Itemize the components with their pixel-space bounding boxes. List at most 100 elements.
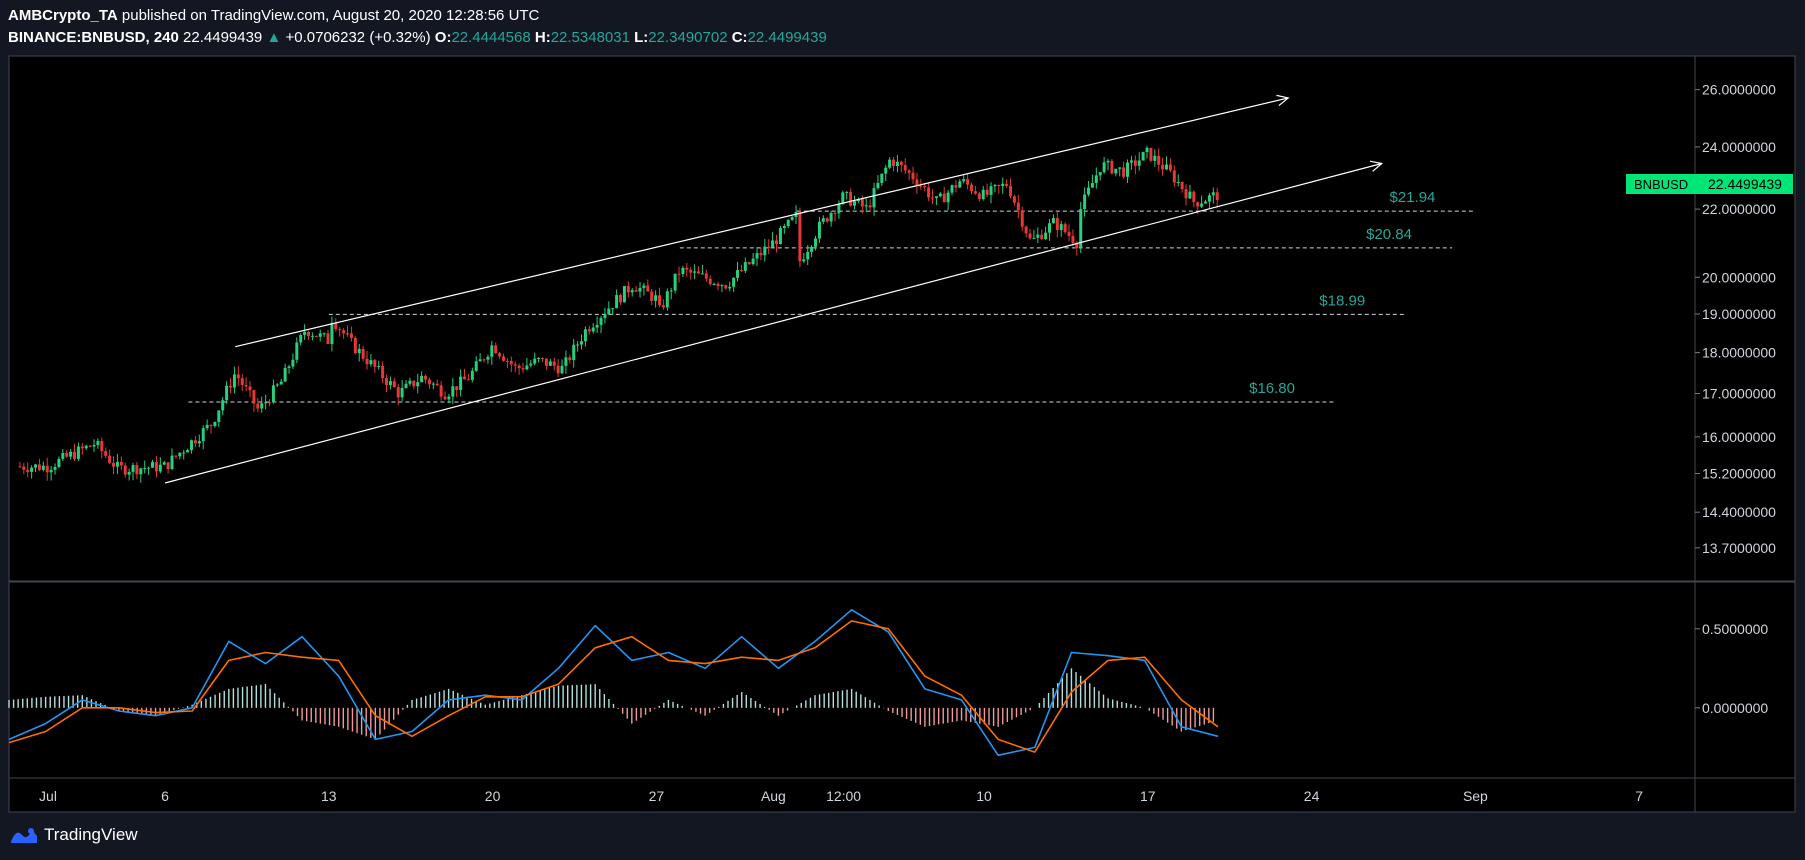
candle-body [665,291,669,308]
candle-body [381,366,385,379]
candle-body [720,285,724,287]
candle-body [798,212,802,262]
candle-body [825,218,829,222]
candle-body [400,387,404,398]
candle-body [455,386,459,390]
support-level-label: $20.84 [1366,226,1412,243]
candle-body [658,295,662,306]
candle-body [872,188,876,208]
candle-body [37,464,41,470]
candle-body [880,173,884,183]
candle-body [275,384,279,386]
candle-body [30,467,34,472]
candle-body [716,283,720,287]
candle-body [1059,224,1063,231]
candle-body [353,337,357,354]
candle-body [420,375,424,383]
candle-body [868,205,872,208]
candle-body [1024,226,1028,234]
candle-body [248,386,252,391]
price-tick-label: 13.7000000 [1702,540,1776,556]
candle-body [424,375,428,380]
candle-body [174,455,178,457]
indicator-axis[interactable] [1694,581,1796,779]
axis-corner [1694,777,1796,813]
candle-body [1188,191,1192,199]
candle-body [34,464,38,468]
candle-body [186,450,190,453]
candle-body [1036,234,1040,238]
candle-body [732,277,736,287]
candle-body [1087,187,1091,195]
candle-body [638,287,642,292]
candle-body [673,273,677,291]
candle-body [303,331,307,335]
candle-body [1207,195,1211,202]
candle-body [775,240,779,244]
candle-body [112,462,116,467]
candle-body [1009,185,1013,197]
time-tick-label: 20 [485,788,501,804]
candle-body [377,366,381,368]
candle-body [92,445,96,447]
candle-body [537,357,541,359]
candle-body [435,383,439,386]
candle-body [661,305,665,308]
candle-body [634,290,638,292]
candle-body [1020,210,1024,227]
candle-body [1176,182,1180,184]
candle-body [1145,147,1149,153]
candle-body [151,462,155,468]
candle-body [853,201,857,206]
time-tick-label: 27 [649,788,665,804]
candle-body [642,285,646,288]
candle-body [677,273,681,275]
candle-body [135,465,139,475]
candle-body [127,471,131,475]
indicator-pane[interactable] [8,581,1696,779]
candle-body [1168,164,1172,171]
candle-body [1137,160,1141,166]
candle-body [236,374,240,379]
chart-canvas[interactable]: 26.0000000 24.0000000 22.0000000 20.0000000… [0,0,1805,860]
candle-body [525,365,529,370]
candle-body [1200,203,1204,207]
time-tick-label: 7 [1635,788,1643,804]
candle-body [1157,155,1161,165]
candle-body [747,262,751,265]
candle-body [369,360,373,365]
price-pane[interactable] [8,55,1696,582]
candle-body [147,467,151,469]
candle-body [229,385,233,388]
candle-body [697,271,701,274]
candle-body [154,462,158,472]
candle-body [728,286,732,289]
candle-body [482,359,486,361]
candle-body [790,217,794,220]
candle-body [622,286,626,303]
candle-body [463,376,467,380]
price-tick-label: 24.0000000 [1702,139,1776,155]
price-tick-label: 22.0000000 [1702,201,1776,217]
candle-body [810,246,814,252]
candle-body [1204,201,1208,204]
candle-body [763,246,767,256]
candle-body [498,353,502,357]
candle-body [217,410,221,422]
candle-body [108,455,112,463]
candle-body [1102,162,1106,173]
candle-body [1063,224,1067,233]
candle-body [349,333,353,338]
candle-body [529,363,533,366]
candle-body [1090,183,1094,188]
candle-body [143,468,147,470]
tradingview-brand[interactable]: TradingView [10,825,138,845]
candle-body [80,446,84,449]
price-tick-label: 15.2000000 [1702,466,1776,482]
candle-body [966,179,970,185]
candle-body [845,191,849,193]
candle-body [938,193,942,197]
candle-body [162,462,166,465]
candle-body [946,192,950,203]
candle-body [903,165,907,171]
